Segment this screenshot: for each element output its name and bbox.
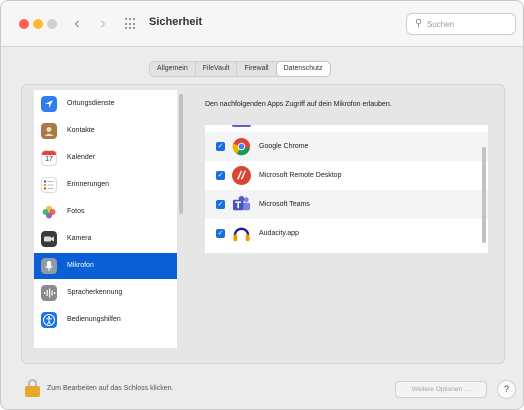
minimize-window-button[interactable] bbox=[33, 19, 43, 29]
remote-desktop-permission-checkbox[interactable]: ✓ bbox=[216, 171, 225, 180]
app-label: Microsoft Teams bbox=[259, 201, 310, 208]
sidebar-item-label: Kontakte bbox=[67, 127, 95, 134]
sidebar-item-spracherkennung[interactable]: Spracherkennung bbox=[34, 280, 177, 306]
teams-permission-checkbox[interactable]: ✓ bbox=[216, 200, 225, 209]
sidebar-item-label: Bedienungshilfen bbox=[67, 316, 121, 323]
zoom-window-button[interactable] bbox=[47, 19, 57, 29]
tab-bar: Allgemein FileVault Firewall Datenschutz bbox=[149, 61, 331, 77]
privacy-category-list: Ortungsdienste Kontakte 17 Kalender Erin… bbox=[34, 90, 177, 348]
app-row-google-chrome: ✓ Google Chrome bbox=[205, 132, 488, 161]
app-row-audacity: ✓ Audacity.app bbox=[205, 219, 488, 248]
back-arrow-icon[interactable]: ‹ bbox=[67, 13, 87, 35]
sidebar-item-bedienungshilfen[interactable]: Bedienungshilfen bbox=[34, 307, 177, 333]
tab-datenschutz[interactable]: Datenschutz bbox=[276, 62, 330, 76]
remote-desktop-icon bbox=[232, 166, 251, 185]
help-button[interactable]: ? bbox=[497, 380, 516, 399]
preferences-window: ‹ › Sicherheit ⚲ Allgemein FileVault Fir… bbox=[0, 0, 524, 410]
teams-icon bbox=[232, 195, 251, 214]
sidebar-item-label: Erinnerungen bbox=[67, 181, 110, 188]
sidebar-item-label: Kamera bbox=[67, 235, 92, 242]
list-item bbox=[205, 125, 488, 132]
reminders-list-icon bbox=[41, 177, 57, 193]
more-options-button[interactable]: Weitere Optionen … bbox=[395, 381, 487, 398]
app-label: Microsoft Remote Desktop bbox=[259, 172, 342, 179]
accessibility-icon bbox=[41, 312, 57, 328]
sidebar-item-ortungsdienste[interactable]: Ortungsdienste bbox=[34, 91, 177, 117]
footer-bar: Zum Bearbeiten auf das Schloss klicken. … bbox=[1, 371, 523, 409]
app-permission-list: ✓ Google Chrome ✓ Microsoft Remote Deskt… bbox=[205, 125, 488, 253]
window-title: Sicherheit bbox=[149, 16, 203, 28]
sidebar-item-label: Spracherkennung bbox=[67, 289, 123, 296]
sidebar-item-label: Kalender bbox=[67, 154, 96, 161]
title-bar: ‹ › Sicherheit ⚲ bbox=[1, 1, 523, 47]
chrome-icon bbox=[232, 137, 251, 156]
sidebar-item-mikrofon[interactable]: Mikrofon bbox=[34, 253, 177, 279]
app-label: Google Chrome bbox=[259, 143, 309, 150]
app-list-scrollbar[interactable] bbox=[482, 147, 486, 243]
location-arrow-icon bbox=[41, 96, 57, 112]
search-input[interactable] bbox=[427, 17, 511, 32]
tab-firewall[interactable]: Firewall bbox=[237, 62, 277, 76]
lock-hint-text: Zum Bearbeiten auf das Schloss klicken. bbox=[47, 385, 174, 392]
sidebar-item-kalender[interactable]: 17 Kalender bbox=[34, 145, 177, 171]
calendar-icon: 17 bbox=[41, 150, 57, 166]
search-icon: ⚲ bbox=[415, 18, 423, 29]
search-field[interactable]: ⚲ bbox=[406, 13, 516, 35]
sidebar-scrollbar[interactable] bbox=[179, 94, 183, 214]
speech-recognition-icon bbox=[41, 285, 57, 301]
chrome-permission-checkbox[interactable]: ✓ bbox=[216, 142, 225, 151]
contacts-book-icon bbox=[41, 123, 57, 139]
description-text: Den nachfolgenden Apps Zugriff auf dein … bbox=[205, 101, 392, 108]
audacity-permission-checkbox[interactable]: ✓ bbox=[216, 229, 225, 238]
audacity-icon bbox=[232, 224, 251, 243]
sidebar-item-label: Mikrofon bbox=[67, 262, 94, 269]
sidebar-item-kamera[interactable]: Kamera bbox=[34, 226, 177, 252]
close-window-button[interactable] bbox=[19, 19, 29, 29]
lock-icon[interactable] bbox=[25, 379, 40, 397]
sidebar-item-erinnerungen[interactable]: Erinnerungen bbox=[34, 172, 177, 198]
tab-allgemein[interactable]: Allgemein bbox=[150, 62, 196, 76]
sidebar-item-kontakte[interactable]: Kontakte bbox=[34, 118, 177, 144]
sidebar-item-label: Fotos bbox=[67, 208, 85, 215]
app-row-microsoft-teams: ✓ Microsoft Teams bbox=[205, 190, 488, 219]
photos-flower-icon bbox=[41, 204, 57, 220]
tab-filevault[interactable]: FileVault bbox=[196, 62, 238, 76]
sidebar-item-label: Ortungsdienste bbox=[67, 100, 115, 107]
sidebar-item-fotos[interactable]: Fotos bbox=[34, 199, 177, 225]
microphone-icon bbox=[41, 258, 57, 274]
app-label: Audacity.app bbox=[259, 230, 299, 237]
camera-icon bbox=[41, 231, 57, 247]
app-row-microsoft-remote-desktop: ✓ Microsoft Remote Desktop bbox=[205, 161, 488, 190]
forward-arrow-icon[interactable]: › bbox=[93, 13, 113, 35]
show-all-grid-icon[interactable] bbox=[125, 18, 137, 30]
